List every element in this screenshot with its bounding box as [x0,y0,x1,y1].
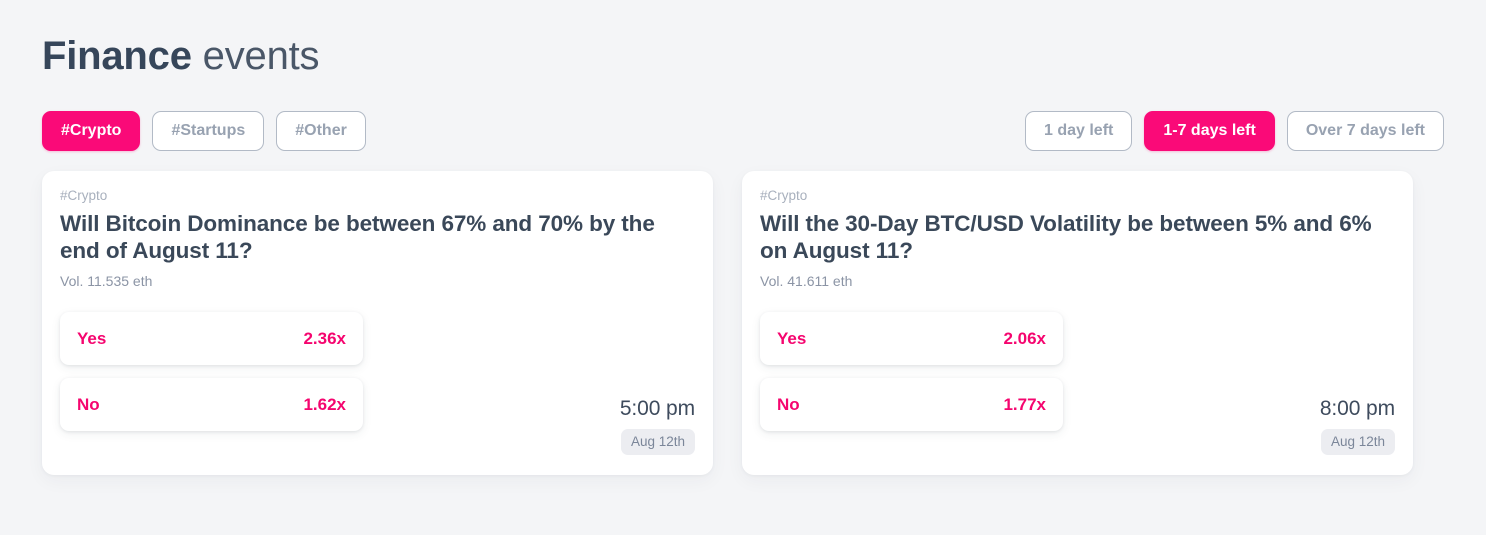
category-chip-crypto[interactable]: #Crypto [42,111,141,151]
page-title-light: events [191,34,320,78]
category-chip-startups[interactable]: #Startups [152,111,265,151]
event-deadline: 5:00 pm Aug 12th [620,396,695,457]
timeframe-chip-1-day[interactable]: 1 day left [1024,111,1133,151]
page-title: Finance events [42,0,1444,85]
event-deadline-date-badge: Aug 12th [620,429,695,455]
event-card-volume: Vol. 41.611 eth [760,273,853,289]
outcome-odds: 2.36x [303,329,346,348]
event-deadline-time: 5:00 pm [619,397,695,420]
outcome-odds: 1.62x [303,395,346,414]
timeframe-chip-over-7-days[interactable]: Over 7 days left [1286,111,1444,151]
outcome-row-no[interactable]: No 1.62x [60,378,363,431]
outcome-label: No [777,395,800,414]
event-card-body: Yes 2.06x No 1.77x 8:00 pm Aug 12th [760,312,1395,457]
event-card-tag: #Crypto [60,188,108,203]
event-card[interactable]: #Crypto Will the 30-Day BTC/USD Volatili… [742,171,1413,475]
event-deadline: 8:00 pm Aug 12th [1320,396,1395,457]
event-card[interactable]: #Crypto Will Bitcoin Dominance be betwee… [42,171,713,475]
category-filter-group: #Crypto #Startups #Other [42,111,366,151]
event-deadline-time: 8:00 pm [1319,397,1395,420]
category-chip-other[interactable]: #Other [276,111,366,151]
finance-events-page: Finance events #Crypto #Startups #Other … [0,0,1486,535]
event-card-body: Yes 2.36x No 1.62x 5:00 pm Aug 12th [60,312,695,457]
outcome-odds: 2.06x [1003,329,1046,348]
outcome-row-no[interactable]: No 1.77x [760,378,1063,431]
page-title-strong: Finance [42,34,192,78]
outcome-odds: 1.77x [1003,395,1046,414]
event-card-title: Will the 30-Day BTC/USD Volatility be be… [760,211,1372,263]
event-card-tag: #Crypto [760,188,808,203]
outcome-row-yes[interactable]: Yes 2.36x [60,312,363,365]
outcome-label: Yes [777,329,807,348]
event-card-volume: Vol. 11.535 eth [60,273,153,289]
timeframe-chip-1-7-days[interactable]: 1-7 days left [1144,111,1275,151]
outcome-row-yes[interactable]: Yes 2.06x [760,312,1063,365]
outcome-label: Yes [77,329,107,348]
timeframe-filter-group: 1 day left 1-7 days left Over 7 days lef… [1024,111,1444,151]
event-card-title: Will Bitcoin Dominance be between 67% an… [60,211,655,263]
event-card-list: #Crypto Will Bitcoin Dominance be betwee… [42,171,1444,475]
filter-bar: #Crypto #Startups #Other 1 day left 1-7 … [42,111,1444,151]
outcome-list: Yes 2.06x No 1.77x [760,312,1063,431]
outcome-list: Yes 2.36x No 1.62x [60,312,363,431]
outcome-label: No [77,395,100,414]
event-deadline-date-badge: Aug 12th [1320,429,1395,455]
